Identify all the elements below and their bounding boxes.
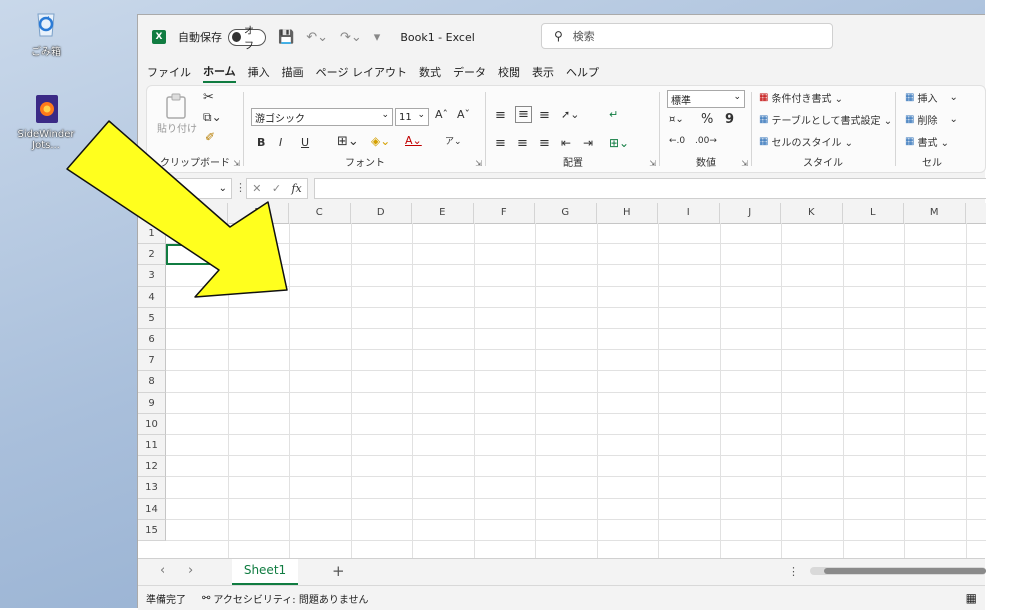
arrow-shape	[66, 120, 288, 298]
yellow-arrow-annotation	[66, 120, 288, 298]
